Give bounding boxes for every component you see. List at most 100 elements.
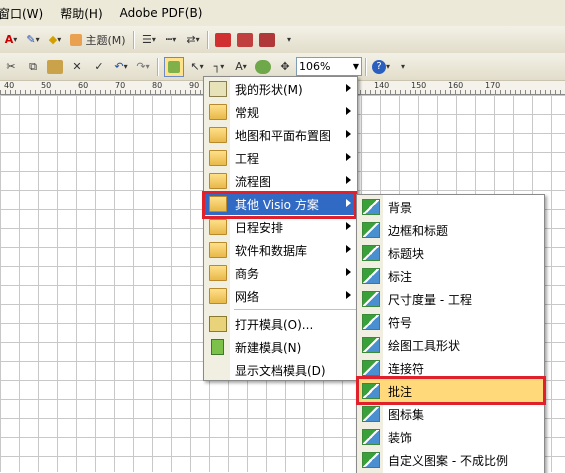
menu-item-flowchart[interactable]: 流程图 <box>204 169 357 192</box>
menu-item-business[interactable]: 商务 <box>204 261 357 284</box>
menu-item-label: 新建模具(N) <box>235 341 302 355</box>
submenu-arrow-icon <box>346 222 351 230</box>
stencil-icon <box>362 452 380 468</box>
pan-zoom-icon[interactable]: ✥ <box>276 57 294 77</box>
shapes-menu: 我的形状(M) 常规 地图和平面布置图 工程 流程图 其他 Visio 方案 日… <box>203 76 358 381</box>
pdf-convert-icon[interactable] <box>214 30 232 50</box>
format-painter-icon[interactable]: ✓ <box>90 57 108 77</box>
new-stencil-icon <box>211 339 224 355</box>
menu-item-label: 常规 <box>235 106 260 120</box>
submenu-arrow-icon <box>346 268 351 276</box>
submenu-item-drawing-tool-shapes[interactable]: 绘图工具形状 <box>357 333 544 356</box>
annotation-highlight-box <box>356 376 546 405</box>
menu-item-label: 背景 <box>388 201 413 215</box>
menu-item-maps[interactable]: 地图和平面布置图 <box>204 123 357 146</box>
pdf-email-icon[interactable] <box>236 30 254 50</box>
undo-icon[interactable]: ↶ ▾ <box>112 57 130 77</box>
zoom-select[interactable]: 106% ▼ <box>296 57 362 76</box>
menu-item-label: 日程安排 <box>235 221 284 235</box>
open-stencil-icon <box>209 316 227 332</box>
menu-help[interactable]: 帮助(H) <box>60 5 111 22</box>
menu-divider <box>234 309 357 310</box>
menu-item-label: 装饰 <box>388 431 413 445</box>
submenu-arrow-icon <box>346 130 351 138</box>
redo-icon[interactable]: ↷ ▾ <box>134 57 152 77</box>
menu-bar: 窗口(W) 帮助(H) Adobe PDF(B) <box>0 0 565 27</box>
menu-item-engineering[interactable]: 工程 <box>204 146 357 169</box>
help-icon[interactable]: ? ▾ <box>372 57 390 77</box>
pdf-review-icon[interactable] <box>258 30 276 50</box>
submenu-item-title-blocks[interactable]: 标题块 <box>357 241 544 264</box>
delete-icon[interactable]: ✕ <box>68 57 86 77</box>
menu-item-new-stencil[interactable]: 新建模具(N) <box>204 335 357 358</box>
submenu-item-callouts[interactable]: 标注 <box>357 264 544 287</box>
submenu-item-background[interactable]: 背景 <box>357 195 544 218</box>
submenu-item-custom-patterns[interactable]: 自定义图案 - 不成比例 <box>357 448 544 471</box>
line-ends-icon[interactable]: ⇄ ▾ <box>184 30 202 50</box>
folder-icon <box>209 265 227 281</box>
submenu-item-decorations[interactable]: 装饰 <box>357 425 544 448</box>
annotation-highlight-box <box>202 191 357 219</box>
line-weight-icon[interactable]: ☰ ▾ <box>140 30 158 50</box>
theme-button[interactable]: 主题(M) <box>68 30 128 50</box>
toolbar-options-icon[interactable]: ▾ <box>394 57 412 77</box>
submenu-item-symbols[interactable]: 符号 <box>357 310 544 333</box>
other-visio-submenu: 背景 边框和标题 标题块 标注 尺寸度量 - 工程 符号 绘图工具形状 连接符 … <box>356 194 545 473</box>
menu-item-label: 地图和平面布置图 <box>235 129 332 143</box>
formatting-toolbar: A ▾ ✎ ▾ ◆ ▾ 主题(M) ☰ ▾ ┅ ▾ ⇄ ▾ ▾ <box>0 26 565 54</box>
menu-window[interactable]: 窗口(W) <box>0 5 52 22</box>
paste-icon[interactable] <box>46 57 64 77</box>
folder-icon <box>209 127 227 143</box>
menu-item-show-doc-stencil[interactable]: 显示文档模具(D) <box>204 358 357 381</box>
star-icon <box>209 81 227 97</box>
ruler-tick: 40 <box>4 81 15 90</box>
font-color-icon[interactable]: A ▾ <box>2 30 20 50</box>
submenu-item-dimensioning[interactable]: 尺寸度量 - 工程 <box>357 287 544 310</box>
menu-item-label: 连接符 <box>388 362 425 376</box>
connector-tool-icon[interactable]: ┐ ▾ <box>210 57 228 77</box>
chevron-down-icon: ▼ <box>352 62 359 71</box>
stencil-icon <box>362 291 380 307</box>
menu-item-label: 打开模具(O)... <box>235 318 314 332</box>
ruler-tick: 90 <box>189 81 200 90</box>
copy-icon[interactable]: ⧉ <box>24 57 42 77</box>
toolbar-options-icon[interactable]: ▾ <box>280 30 298 50</box>
menu-item-open-stencil[interactable]: 打开模具(O)... <box>204 312 357 335</box>
menu-item-label: 图标集 <box>388 408 425 422</box>
shapes-button-icon[interactable] <box>164 56 184 77</box>
folder-icon <box>209 242 227 258</box>
menu-item-label: 边框和标题 <box>388 224 449 238</box>
stencil-icon <box>362 406 380 422</box>
menu-item-my-shapes[interactable]: 我的形状(M) <box>204 77 357 100</box>
folder-icon <box>209 288 227 304</box>
ruler-tick: 50 <box>41 81 52 90</box>
stencil-icon <box>362 245 380 261</box>
stencil-icon <box>362 314 380 330</box>
cut-icon[interactable]: ✂ <box>2 57 20 77</box>
theme-label: 主题(M) <box>85 33 126 47</box>
submenu-arrow-icon <box>346 153 351 161</box>
fill-color-icon[interactable]: ◆ ▾ <box>46 30 64 50</box>
ruler-tick: 150 <box>411 81 427 90</box>
menu-adobe-pdf[interactable]: Adobe PDF(B) <box>120 6 212 20</box>
ruler-tick: 140 <box>374 81 390 90</box>
menu-item-label: 自定义图案 - 不成比例 <box>388 454 508 468</box>
text-tool-icon[interactable]: A ▾ <box>232 57 250 77</box>
menu-item-label: 显示文档模具(D) <box>235 364 326 378</box>
pointer-tool-icon[interactable]: ↖ ▾ <box>188 57 206 77</box>
menu-item-label: 尺寸度量 - 工程 <box>388 293 472 307</box>
line-color-icon[interactable]: ✎ ▾ <box>24 30 42 50</box>
drawing-tools-icon[interactable] <box>254 57 272 77</box>
ruler-tick: 170 <box>485 81 501 90</box>
menu-item-software[interactable]: 软件和数据库 <box>204 238 357 261</box>
menu-item-label: 流程图 <box>235 175 272 189</box>
menu-item-label: 标题块 <box>388 247 425 261</box>
menu-item-network[interactable]: 网络 <box>204 284 357 307</box>
toolbar-separator <box>133 30 135 49</box>
menu-item-label: 网络 <box>235 290 260 304</box>
toolbar-separator <box>365 57 367 76</box>
line-pattern-icon[interactable]: ┅ ▾ <box>162 30 180 50</box>
menu-item-general[interactable]: 常规 <box>204 100 357 123</box>
submenu-item-icon-sets[interactable]: 图标集 <box>357 402 544 425</box>
submenu-item-borders-titles[interactable]: 边框和标题 <box>357 218 544 241</box>
